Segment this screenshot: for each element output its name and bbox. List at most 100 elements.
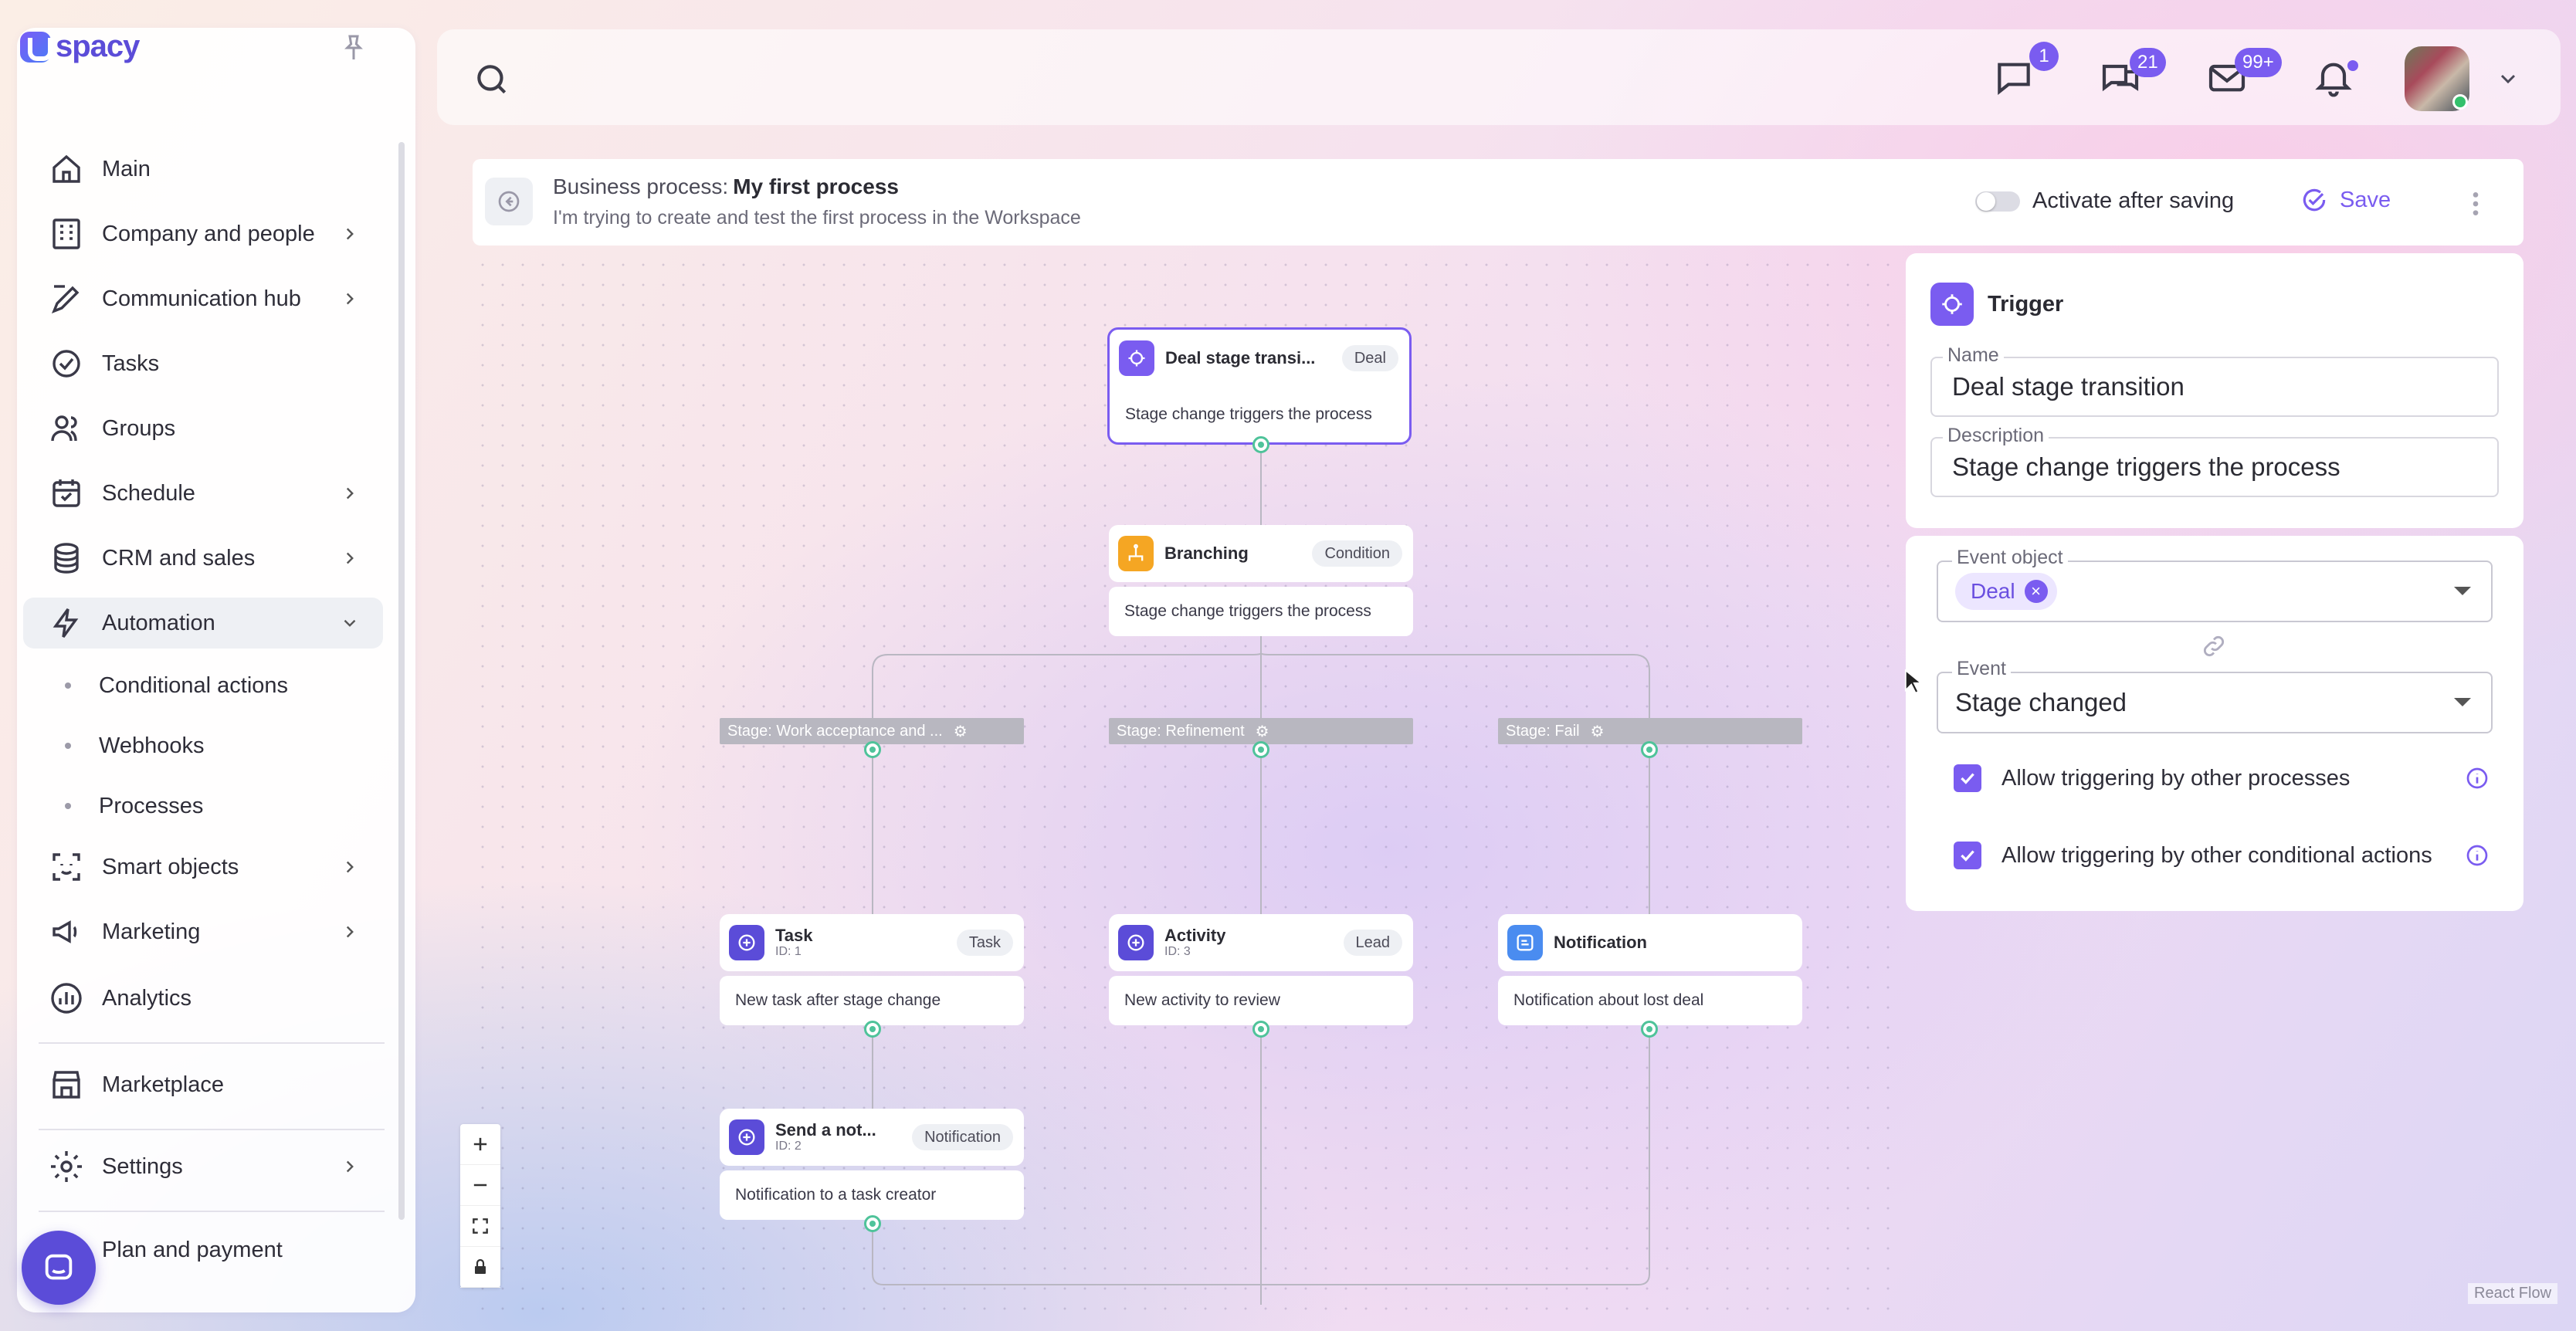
info-icon[interactable]	[2465, 766, 2490, 791]
zoom-controls	[460, 1124, 500, 1288]
sidebar-item-label: Marketplace	[102, 1072, 224, 1097]
node-handle[interactable]	[864, 1215, 881, 1232]
sidebar-subitem-processes[interactable]: Processes	[23, 784, 203, 828]
node-handle[interactable]	[864, 1021, 881, 1038]
allow-processes-row[interactable]: Allow triggering by other processes	[1954, 763, 2350, 794]
node-tag: Lead	[1343, 930, 1402, 956]
node-handle[interactable]	[1641, 741, 1658, 758]
node-handle[interactable]	[1252, 741, 1269, 758]
sidebar-item-label: Communication hub	[102, 286, 301, 311]
name-field[interactable]: Deal stage transition	[1930, 357, 2499, 417]
messages-badge: 1	[2029, 42, 2059, 71]
bullet-dot	[65, 743, 71, 749]
stage-label-fail[interactable]: Stage: Fail ⚙	[1498, 718, 1802, 744]
sidebar-item-automation[interactable]: Automation	[23, 598, 383, 649]
support-chat-button[interactable]	[22, 1231, 96, 1305]
activate-label: Activate after saving	[2032, 188, 2235, 213]
branching-node[interactable]: Branching Condition Stage change trigger…	[1109, 525, 1413, 636]
store-icon	[53, 1071, 80, 1099]
sidebar-item-marketplace[interactable]: Marketplace	[23, 1059, 383, 1110]
stage-label-work-acceptance[interactable]: Stage: Work acceptance and ... ⚙	[720, 718, 1024, 744]
remove-chip-icon[interactable]: ×	[2024, 580, 2048, 603]
chevron-right-icon	[346, 293, 354, 305]
save-button[interactable]: Save	[2300, 185, 2391, 215]
event-object-select[interactable]: Deal ×	[1937, 561, 2493, 622]
event-select[interactable]: Stage changed	[1937, 672, 2493, 733]
pin-icon[interactable]	[338, 32, 369, 63]
coins-icon	[54, 543, 79, 574]
sidebar-item-communication-hub[interactable]: Communication hub	[23, 273, 383, 324]
bolt-icon	[53, 608, 79, 638]
allow-conditional-checkbox[interactable]	[1954, 842, 1981, 869]
react-flow-attribution[interactable]: React Flow	[2468, 1283, 2558, 1304]
gear-icon: ⚙	[953, 723, 968, 740]
node-description: New activity to review	[1109, 976, 1413, 1025]
link-icon	[2203, 635, 2225, 657]
trigger-node[interactable]: Deal stage transi... Deal Stage change t…	[1107, 327, 1412, 445]
notification-node[interactable]: Notification Notification about lost dea…	[1498, 914, 1802, 1025]
gear-icon	[51, 1151, 82, 1182]
task-node[interactable]: Task ID: 1 Task New task after stage chan…	[720, 914, 1024, 1025]
notification-dot	[2347, 60, 2358, 71]
bullet-dot	[65, 803, 71, 809]
sidebar-item-schedule[interactable]: Schedule	[23, 468, 383, 519]
notification-card-icon	[1507, 925, 1543, 960]
search-icon[interactable]	[473, 60, 511, 99]
stage-label-refinement[interactable]: Stage: Refinement ⚙	[1109, 718, 1413, 744]
sidebar-item-label: Tasks	[102, 351, 160, 376]
chevron-right-icon	[346, 1160, 354, 1173]
node-handle[interactable]	[1252, 1021, 1269, 1038]
activate-toggle[interactable]	[1975, 191, 2020, 212]
node-title: Branching	[1164, 544, 1249, 563]
node-title: Activity	[1164, 926, 1226, 945]
sidebar-subitem-conditional-actions[interactable]: Conditional actions	[23, 664, 288, 707]
messages-icon[interactable]	[1992, 56, 2035, 99]
sidebar-subitem-webhooks[interactable]: Webhooks	[23, 724, 205, 767]
node-handle[interactable]	[864, 741, 881, 758]
sidebar-item-smart-objects[interactable]: Smart objects	[23, 842, 383, 892]
lock-button[interactable]	[460, 1247, 500, 1288]
sidebar-item-company-and-people[interactable]: Company and people	[23, 208, 383, 259]
node-tag: Notification	[912, 1124, 1013, 1150]
send-notification-node[interactable]: Send a not... ID: 2 Notification Notifica…	[720, 1109, 1024, 1220]
zoom-in-button[interactable]	[460, 1124, 500, 1165]
name-label: Name	[1943, 344, 2004, 367]
fit-view-button[interactable]	[460, 1206, 500, 1247]
more-icon[interactable]	[2466, 188, 2485, 219]
node-handle[interactable]	[1252, 436, 1269, 453]
allow-conditional-row[interactable]: Allow triggering by other conditional ac…	[1954, 840, 2432, 871]
chevron-right-icon	[346, 552, 354, 564]
node-handle[interactable]	[1641, 1021, 1658, 1038]
event-object-label: Event object	[1952, 547, 2068, 569]
sidebar-item-settings[interactable]: Settings	[23, 1141, 383, 1192]
sidebar-item-label: CRM and sales	[102, 545, 256, 571]
zoom-out-button[interactable]	[460, 1165, 500, 1206]
process-name: My first process	[733, 174, 899, 198]
sidebar-item-tasks[interactable]: Tasks	[23, 338, 383, 389]
crosshair-icon	[1119, 340, 1154, 376]
scan-icon	[53, 853, 80, 881]
description-label: Description	[1943, 425, 2049, 447]
app-logo[interactable]: spacy	[20, 29, 140, 64]
bullet-dot	[65, 682, 71, 689]
back-button[interactable]	[485, 178, 533, 225]
sidebar-scrollbar[interactable]	[398, 142, 405, 1220]
info-icon[interactable]	[2465, 843, 2490, 868]
sidebar-item-main[interactable]: Main	[23, 144, 383, 195]
allow-processes-checkbox[interactable]	[1954, 764, 1981, 792]
sidebar-item-label: Schedule	[102, 480, 195, 506]
chevron-down-icon[interactable]	[2496, 66, 2520, 91]
sidebar-item-marketing[interactable]: Marketing	[23, 906, 383, 957]
activity-node[interactable]: Activity ID: 3 Lead New activity to revie…	[1109, 914, 1413, 1025]
megaphone-icon	[53, 920, 77, 943]
node-description: Stage change triggers the process	[1125, 405, 1372, 423]
sidebar-item-analytics[interactable]: Analytics	[23, 973, 383, 1024]
chevron-right-icon	[346, 487, 354, 500]
node-description: Notification about lost deal	[1498, 976, 1802, 1025]
sidebar-item-groups[interactable]: Groups	[23, 403, 383, 454]
online-status-dot	[2452, 94, 2468, 110]
gear-icon: ⚙	[1255, 723, 1269, 740]
sidebar-item-crm-and-sales[interactable]: CRM and sales	[23, 533, 383, 584]
gear-icon: ⚙	[1590, 723, 1605, 740]
check-circle-icon	[2303, 188, 2326, 212]
